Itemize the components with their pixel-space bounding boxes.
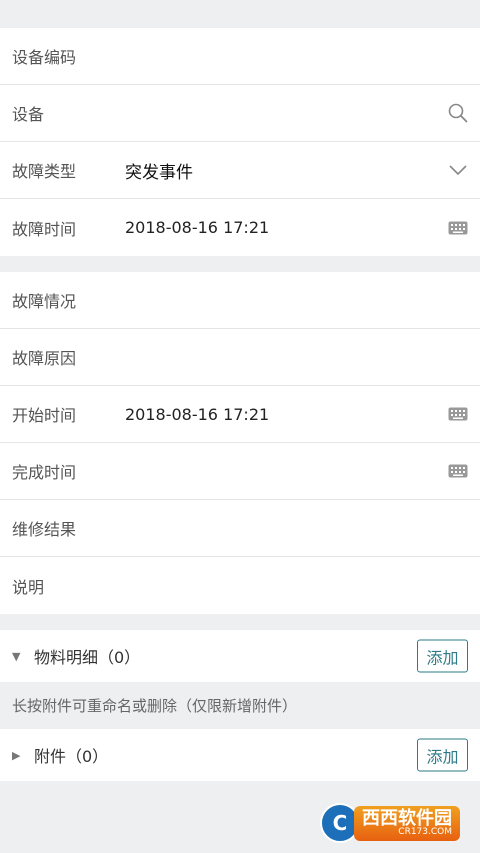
watermark-logo: C 西西软件园 CR173.COM	[320, 803, 460, 843]
repair-result-row[interactable]: 维修结果	[0, 500, 480, 557]
repair-result-label: 维修结果	[12, 520, 77, 539]
finish-time-row[interactable]: 完成时间	[0, 443, 480, 500]
watermark-brand: 西西软件园 CR173.COM	[354, 805, 460, 841]
fault-time-row[interactable]: 故障时间 2018-08-16 17:21	[0, 199, 480, 256]
section-divider	[0, 256, 480, 272]
device-row[interactable]: 设备	[0, 85, 480, 142]
attachments-title: 附件（0）	[34, 747, 109, 766]
finish-time-label: 完成时间	[12, 463, 77, 482]
add-material-button[interactable]: 添加	[417, 639, 468, 673]
fault-type-label: 故障类型	[12, 162, 77, 181]
fault-type-select[interactable]: 突发事件	[125, 158, 468, 183]
watermark-domain: CR173.COM	[398, 826, 452, 837]
attachment-hint: 长按附件可重命名或删除（仅限新增附件）	[0, 682, 480, 729]
materials-group-header[interactable]: ▼ 物料明细（0） 添加	[0, 630, 480, 682]
device-label: 设备	[12, 105, 45, 124]
basic-info-card: 设备编码 设备 故障类型 突发事件 故障时间 2018-08-16 17:21	[0, 28, 480, 256]
triangle-right-icon[interactable]: ▶	[12, 749, 34, 762]
keyboard-icon[interactable]	[448, 407, 468, 421]
chevron-down-icon[interactable]	[448, 164, 468, 176]
fault-situation-label: 故障情况	[12, 292, 77, 311]
fault-cause-label: 故障原因	[12, 349, 77, 368]
watermark-brand-name: 西西软件园	[362, 807, 452, 829]
repair-info-card: 故障情况 故障原因 开始时间 2018-08-16 17:21 完成时间 维修结…	[0, 272, 480, 614]
fault-time-label: 故障时间	[12, 219, 77, 239]
add-attachment-button[interactable]: 添加	[417, 738, 468, 772]
fault-situation-row[interactable]: 故障情况	[0, 272, 480, 329]
fault-time-value[interactable]: 2018-08-16 17:21	[125, 218, 468, 237]
start-time-row[interactable]: 开始时间 2018-08-16 17:21	[0, 386, 480, 443]
start-time-label: 开始时间	[12, 406, 77, 425]
fault-type-row[interactable]: 故障类型 突发事件	[0, 142, 480, 199]
attachments-group-header[interactable]: ▶ 附件（0） 添加	[0, 729, 480, 781]
device-code-row[interactable]: 设备编码	[0, 28, 480, 85]
device-code-label: 设备编码	[12, 48, 77, 67]
keyboard-icon[interactable]	[448, 464, 468, 478]
start-time-value[interactable]: 2018-08-16 17:21	[125, 405, 468, 424]
description-label: 说明	[12, 577, 45, 597]
top-spacer	[0, 0, 480, 28]
triangle-down-icon[interactable]: ▼	[12, 650, 34, 663]
fault-cause-row[interactable]: 故障原因	[0, 329, 480, 386]
section-divider	[0, 614, 480, 630]
materials-title: 物料明细（0）	[34, 648, 141, 667]
keyboard-icon[interactable]	[448, 221, 468, 235]
description-row[interactable]: 说明	[0, 557, 480, 614]
search-icon[interactable]	[448, 103, 468, 123]
